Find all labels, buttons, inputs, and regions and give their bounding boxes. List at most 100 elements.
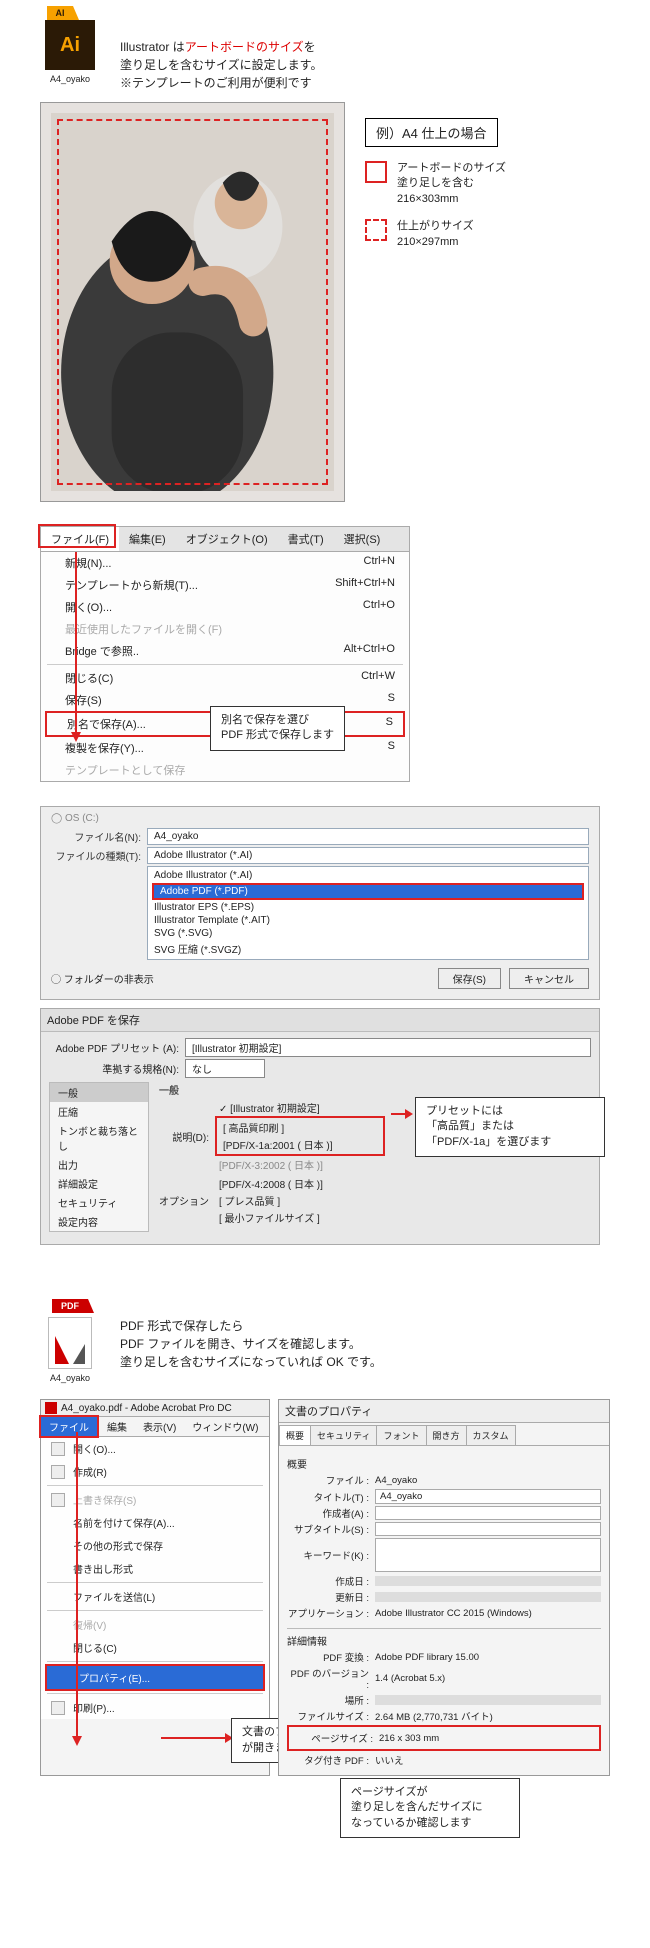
menuitem-save-template[interactable]: テンプレートとして保存: [41, 759, 409, 781]
legend-artboard-text: アートボードのサイズ 塗り足しを含む 216×303mm: [397, 161, 506, 207]
filetype-ait[interactable]: Illustrator Template (*.AIT): [148, 914, 588, 927]
arrow-to-saveas: [75, 552, 77, 734]
p-tag-label: タグ付き PDF :: [287, 1753, 369, 1767]
p-size-value: 2.64 MB (2,770,731 バイト): [375, 1709, 601, 1723]
opt-x1a[interactable]: [PDF/X-1a:2001 ( 日本 )]: [219, 1136, 381, 1153]
p-author-input[interactable]: [375, 1506, 601, 1520]
intro-line1c: を: [304, 40, 316, 54]
tab-open[interactable]: 開き方: [426, 1425, 467, 1445]
pdf-dialog-title: Adobe PDF を保存: [41, 1009, 599, 1032]
tab-fonts[interactable]: フォント: [376, 1425, 426, 1445]
cancel-button[interactable]: キャンセル: [509, 968, 589, 989]
p-conv-label: PDF 変換 :: [287, 1650, 369, 1664]
opt-press[interactable]: [ プレス品質 ]: [215, 1192, 591, 1209]
props-tabs[interactable]: 概要 セキュリティ フォント 開き方 カスタム: [279, 1423, 609, 1446]
side-general[interactable]: 一般: [50, 1083, 148, 1102]
desc-label: 説明(D):: [159, 1129, 209, 1144]
save-icon: [51, 1493, 65, 1507]
menu-format[interactable]: 書式(T): [278, 527, 334, 551]
intro-text: Illustrator はアートボードのサイズを 塗り足しを含むサイズに設定しま…: [120, 20, 322, 92]
p-modified-value: [375, 1592, 601, 1602]
menuitem-new[interactable]: 新規(N)...Ctrl+N: [41, 552, 409, 574]
p-subtitle-label: サブタイトル(S) :: [287, 1522, 369, 1536]
p-title-input[interactable]: A4_oyako: [375, 1489, 601, 1504]
document-properties-window: 文書のプロパティ 概要 セキュリティ フォント 開き方 カスタム 概要 ファイル…: [278, 1399, 610, 1776]
acrobat-window: A4_oyako.pdf - Adobe Acrobat Pro DC ファイル…: [40, 1399, 270, 1776]
callout-preset: プリセットには 「高品質」または 「PDF/X-1a」を選びます: [415, 1097, 605, 1157]
filetype-label: ファイルの種類(T):: [51, 848, 141, 863]
ai-icon-text: Ai: [45, 20, 95, 70]
filetype-svg[interactable]: SVG (*.SVG): [148, 927, 588, 940]
menuitem-recent[interactable]: 最近使用したファイルを開く(F): [41, 618, 409, 640]
menu-file[interactable]: ファイル(F): [41, 527, 119, 551]
props-title: 文書のプロパティ: [279, 1400, 609, 1423]
opt-x3[interactable]: [PDF/X-3:2002 ( 日本 )]: [215, 1156, 591, 1173]
menu-object[interactable]: オブジェクト(O): [176, 527, 278, 551]
tab-security[interactable]: セキュリティ: [310, 1425, 377, 1445]
side-summary[interactable]: 設定内容: [50, 1212, 148, 1231]
section-title: 一般: [159, 1082, 591, 1097]
filetype-select[interactable]: Adobe Illustrator (*.AI): [147, 847, 589, 864]
menuitem-new-template[interactable]: テンプレートから新規(T)...Shift+Ctrl+N: [41, 574, 409, 596]
acrobat-app-icon: [45, 1402, 57, 1414]
menuitem-bridge[interactable]: Bridge で参照..Alt+Ctrl+O: [41, 640, 409, 662]
pdf-sidebar[interactable]: 一般 圧縮 トンボと裁ち落とし 出力 詳細設定 セキュリティ 設定内容: [49, 1082, 149, 1232]
filetype-eps[interactable]: Illustrator EPS (*.EPS): [148, 901, 588, 914]
filename-input[interactable]: A4_oyako: [147, 828, 589, 845]
ac-menu-file[interactable]: ファイル: [39, 1415, 99, 1438]
folder-toggle[interactable]: ◯ フォルダーの非表示: [51, 971, 154, 986]
opt-x4[interactable]: [PDF/X-4:2008 ( 日本 )]: [215, 1175, 591, 1192]
callout-pagesize: ページサイズが 塗り足しを含んだサイズに なっているか確認します: [340, 1778, 520, 1838]
side-output[interactable]: 出力: [50, 1155, 148, 1174]
side-advanced[interactable]: 詳細設定: [50, 1174, 148, 1193]
tab-custom[interactable]: カスタム: [466, 1425, 516, 1445]
ac-menu-edit[interactable]: 編集: [99, 1417, 135, 1436]
p-tag-value: いいえ: [375, 1753, 601, 1767]
p-ver-label: PDF のバージョン :: [287, 1666, 369, 1691]
p-created-label: 作成日 :: [287, 1574, 369, 1588]
menuitem-close[interactable]: 閉じる(C)Ctrl+W: [41, 667, 409, 689]
p-title-label: タイトル(T) :: [287, 1490, 369, 1504]
preset-arrow: [391, 1113, 411, 1115]
create-icon: [51, 1465, 65, 1479]
ac-properties[interactable]: プロパティ(E)...: [45, 1664, 265, 1691]
standard-select[interactable]: なし: [185, 1059, 265, 1078]
intro-line2: 塗り足しを含むサイズに設定します。: [120, 56, 322, 74]
menu-edit[interactable]: 編集(E): [119, 527, 176, 551]
side-compression[interactable]: 圧縮: [50, 1102, 148, 1121]
save-dlg-os: ◯ OS (C:): [51, 813, 589, 824]
p-ver-value: 1.4 (Acrobat 5.x): [375, 1673, 601, 1684]
p-file-value: A4_oyako: [375, 1475, 601, 1486]
side-marks[interactable]: トンボと裁ち落とし: [50, 1121, 148, 1155]
ai-badge: AI: [47, 6, 73, 20]
artboard-preview: [40, 102, 345, 502]
ac-menu-window[interactable]: ウィンドウ(W): [184, 1417, 266, 1436]
p-subtitle-input[interactable]: [375, 1522, 601, 1536]
intro-line1b: アートボードのサイズ: [185, 40, 304, 54]
p-created-value: [375, 1576, 601, 1586]
tab-summary[interactable]: 概要: [279, 1425, 311, 1445]
opt-highquality[interactable]: [ 高品質印刷 ]: [219, 1119, 381, 1136]
p-app-value: Adobe Illustrator CC 2015 (Windows): [375, 1608, 601, 1619]
filetype-svgz[interactable]: SVG 圧縮 (*.SVGZ): [148, 940, 588, 957]
menuitem-open[interactable]: 開く(O)...Ctrl+O: [41, 596, 409, 618]
illustrator-menubar[interactable]: ファイル(F) 編集(E) オブジェクト(O) 書式(T) 選択(S): [40, 526, 410, 552]
p-page-value: 216 x 303 mm: [379, 1733, 597, 1744]
ac-menu-view[interactable]: 表示(V): [135, 1417, 184, 1436]
p-conv-value: Adobe PDF library 15.00: [375, 1652, 601, 1663]
preset-select[interactable]: [Illustrator 初期設定]: [185, 1038, 591, 1057]
callout-saveas: 別名で保存を選び PDF 形式で保存します: [210, 706, 345, 751]
save-button[interactable]: 保存(S): [438, 968, 501, 989]
pdf-file-label: A4_oyako: [40, 1373, 100, 1383]
save-dialog: ◯ OS (C:) ファイル名(N): A4_oyako ファイルの種類(T):…: [40, 806, 600, 1000]
opt-small[interactable]: [ 最小ファイルサイズ ]: [215, 1209, 591, 1226]
filetype-pdf[interactable]: Adobe PDF (*.PDF): [152, 883, 584, 900]
filetype-ai[interactable]: Adobe Illustrator (*.AI): [148, 869, 588, 882]
p-keyword-input[interactable]: [375, 1538, 601, 1572]
ai-file-label: A4_oyako: [40, 74, 100, 84]
side-security[interactable]: セキュリティ: [50, 1193, 148, 1212]
p-loc-label: 場所 :: [287, 1693, 369, 1707]
menu-select[interactable]: 選択(S): [334, 527, 391, 551]
group-details: 詳細情報: [287, 1628, 601, 1648]
filetype-list[interactable]: Adobe Illustrator (*.AI) Adobe PDF (*.PD…: [147, 866, 589, 960]
